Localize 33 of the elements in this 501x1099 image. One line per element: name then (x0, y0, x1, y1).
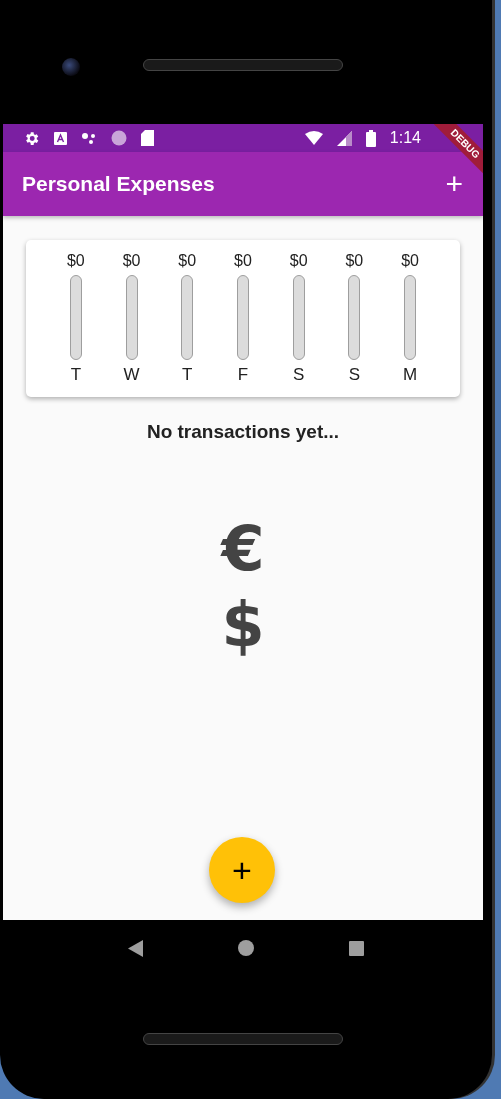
bar-amount: $0 (345, 252, 364, 270)
day-label: W (123, 365, 140, 385)
dots-icon (81, 132, 97, 144)
bar-amount: $0 (122, 252, 141, 270)
font-box-icon (54, 131, 67, 145)
recents-icon[interactable] (349, 940, 365, 956)
wifi-icon (304, 131, 323, 145)
currency-symbol: $ (221, 594, 265, 656)
home-icon[interactable] (238, 940, 254, 956)
signal-icon (336, 130, 352, 146)
day-label: T (70, 365, 82, 385)
day-label: M (402, 365, 418, 385)
day-label: T (182, 365, 193, 385)
day-label: S (293, 365, 305, 385)
bar-amount: $0 (234, 252, 252, 270)
bar-amount: $0 (66, 252, 85, 270)
gear-icon (23, 129, 40, 147)
status-time: 1:14 (389, 129, 421, 147)
bar-amount: $0 (178, 252, 197, 270)
circle-icon (111, 130, 127, 146)
empty-message: No transactions yet... (145, 421, 341, 443)
bar-amount: $0 (289, 252, 308, 270)
sd-card-icon (141, 130, 154, 146)
back-icon[interactable] (127, 939, 143, 957)
app-title: Personal Expenses (22, 172, 215, 196)
day-label: S (348, 365, 361, 385)
bar-amount: $0 (401, 252, 419, 270)
add-fab[interactable]: + (209, 837, 275, 903)
camera-lens (62, 58, 80, 76)
add-button[interactable]: + (441, 169, 467, 199)
battery-icon (365, 129, 376, 147)
currency-symbol: € (221, 518, 265, 580)
day-label: F (237, 365, 249, 385)
